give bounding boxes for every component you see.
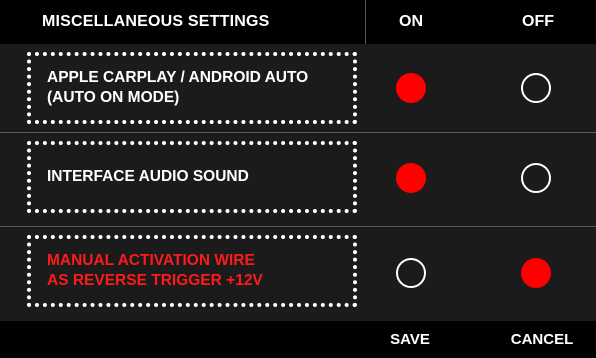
setting-label-line1: APPLE CARPLAY / ANDROID AUTO xyxy=(47,69,309,86)
audio-sound-off-radio[interactable] xyxy=(521,163,551,193)
cancel-button[interactable]: CANCEL xyxy=(492,321,592,358)
setting-label-box[interactable]: APPLE CARPLAY / ANDROID AUTO (AUTO ON MO… xyxy=(27,52,357,124)
setting-row-audio-sound: INTERFACE AUDIO SOUND xyxy=(0,133,596,221)
carplay-off-radio[interactable] xyxy=(521,73,551,103)
setting-label: APPLE CARPLAY / ANDROID AUTO (AUTO ON MO… xyxy=(47,68,343,108)
setting-label-box[interactable]: INTERFACE AUDIO SOUND xyxy=(27,141,357,213)
header-bar: MISCELLANEOUS SETTINGS ON OFF xyxy=(0,0,596,44)
reverse-trigger-on-radio[interactable] xyxy=(396,258,426,288)
setting-label-line2: AS REVERSE TRIGGER +12V xyxy=(47,272,263,289)
setting-row-reverse-trigger: MANUAL ACTIVATION WIRE AS REVERSE TRIGGE… xyxy=(0,227,596,315)
setting-row-carplay: APPLE CARPLAY / ANDROID AUTO (AUTO ON MO… xyxy=(0,44,596,132)
setting-label-line2: (AUTO ON MODE) xyxy=(47,89,180,106)
column-header-off: OFF xyxy=(522,13,554,30)
page-title: MISCELLANEOUS SETTINGS xyxy=(42,13,270,30)
setting-label: MANUAL ACTIVATION WIRE AS REVERSE TRIGGE… xyxy=(47,251,343,291)
carplay-on-radio[interactable] xyxy=(396,73,426,103)
column-header-on: ON xyxy=(399,13,423,30)
setting-label: INTERFACE AUDIO SOUND xyxy=(47,167,343,187)
audio-sound-on-radio[interactable] xyxy=(396,163,426,193)
settings-screen: MISCELLANEOUS SETTINGS ON OFF APPLE CARP… xyxy=(0,0,596,358)
setting-label-line1: INTERFACE AUDIO SOUND xyxy=(47,168,249,185)
reverse-trigger-off-radio[interactable] xyxy=(521,258,551,288)
setting-label-box[interactable]: MANUAL ACTIVATION WIRE AS REVERSE TRIGGE… xyxy=(27,235,357,307)
footer-bar: SAVE CANCEL xyxy=(0,321,596,358)
setting-label-line1: MANUAL ACTIVATION WIRE xyxy=(47,252,255,269)
save-button[interactable]: SAVE xyxy=(375,321,445,358)
